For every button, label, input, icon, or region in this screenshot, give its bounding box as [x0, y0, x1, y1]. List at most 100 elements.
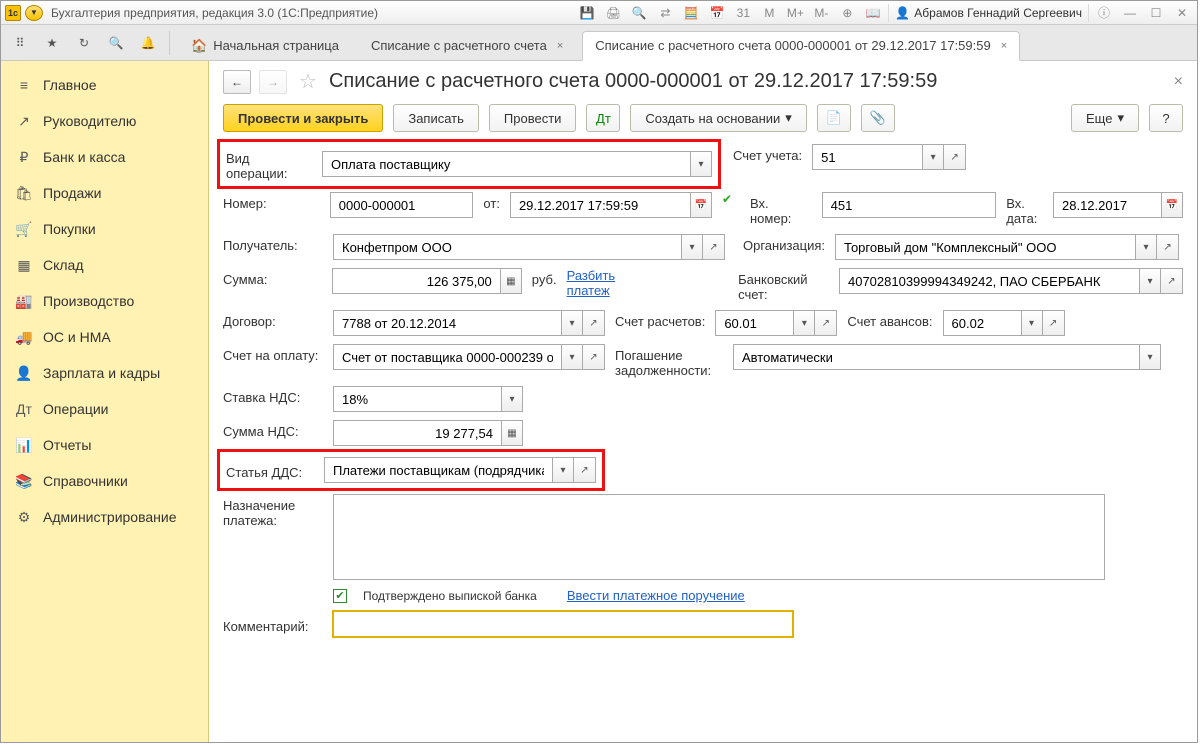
maximize-button[interactable]: ☐ [1145, 4, 1167, 22]
open-icon[interactable]: ↗ [574, 457, 596, 483]
date-field[interactable]: 📅 [510, 192, 712, 218]
chevron-down-icon[interactable]: ▾ [793, 310, 815, 336]
open-icon[interactable]: ↗ [583, 344, 605, 370]
compare-icon[interactable]: ⇄ [654, 4, 676, 22]
history-icon[interactable]: ↻ [71, 30, 97, 56]
notifications-icon[interactable]: 🔔 [135, 30, 161, 56]
post-and-close-button[interactable]: Провести и закрыть [223, 104, 383, 132]
mminus-icon[interactable]: M- [810, 4, 832, 22]
open-icon[interactable]: ↗ [1157, 234, 1179, 260]
recipient-field[interactable]: ▾ ↗ [333, 234, 725, 260]
sidebar-item-8[interactable]: 👤Зарплата и кадры [1, 355, 208, 391]
sidebar-item-6[interactable]: 🏭Производство [1, 283, 208, 319]
back-button[interactable]: ← [223, 70, 251, 94]
sidebar-item-7[interactable]: 🚚ОС и НМА [1, 319, 208, 355]
sidebar-item-9[interactable]: ДтОперации [1, 391, 208, 427]
sidebar-item-0[interactable]: ≡Главное [1, 67, 208, 103]
open-icon[interactable]: ↗ [583, 310, 605, 336]
open-icon[interactable]: ↗ [1161, 268, 1183, 294]
organization-field[interactable]: ▾ ↗ [835, 234, 1179, 260]
incoming-date-field[interactable]: 📅 [1053, 192, 1183, 218]
close-icon[interactable]: × [557, 40, 563, 52]
calendar-icon[interactable]: 📅 [1161, 192, 1183, 218]
chevron-down-icon[interactable]: ▾ [681, 234, 703, 260]
book-icon[interactable]: 📖 [862, 4, 884, 22]
invoice-field[interactable]: ▾ ↗ [333, 344, 605, 370]
dtkt-button[interactable]: Дт [586, 104, 620, 132]
chevron-down-icon[interactable]: ▾ [1135, 234, 1157, 260]
close-page-button[interactable]: × [1174, 73, 1183, 91]
calculator-icon[interactable]: ▦ [500, 268, 522, 294]
create-based-button[interactable]: Создать на основании ▾ [630, 104, 806, 132]
vatsum-field[interactable]: ▦ [333, 420, 523, 446]
print-icon[interactable]: 🖨 [602, 4, 624, 22]
sidebar-item-10[interactable]: 📊Отчеты [1, 427, 208, 463]
date-icon[interactable]: 31 [732, 4, 754, 22]
purpose-textarea[interactable] [333, 494, 1105, 580]
sidebar-item-1[interactable]: ↗Руководителю [1, 103, 208, 139]
calculator-icon[interactable]: ▦ [501, 420, 523, 446]
sidebar-item-2[interactable]: ₽Банк и касса [1, 139, 208, 175]
forward-button[interactable]: → [259, 70, 287, 94]
calc-account-field[interactable]: ▾ ↗ [715, 310, 837, 336]
info-icon[interactable]: ⓘ [1093, 4, 1115, 22]
split-payment-link[interactable]: Разбить платеж [567, 268, 661, 298]
sidebar-item-3[interactable]: 🛍Продажи [1, 175, 208, 211]
favorite-star-icon[interactable]: ☆ [299, 69, 317, 94]
apps-icon[interactable]: ⠿ [7, 30, 33, 56]
m-icon[interactable]: M [758, 4, 780, 22]
comment-field[interactable] [333, 611, 793, 637]
search-icon[interactable]: 🔍 [103, 30, 129, 56]
bank-account-field[interactable]: ▾ ↗ [839, 268, 1183, 294]
save-icon[interactable]: 💾 [576, 4, 598, 22]
sidebar-item-4[interactable]: 🛒Покупки [1, 211, 208, 247]
sidebar-item-11[interactable]: 📚Справочники [1, 463, 208, 499]
tab-withdrawal-list[interactable]: Списание с расчетного счета× [358, 31, 576, 61]
sidebar-item-5[interactable]: ▦Склад [1, 247, 208, 283]
save-button[interactable]: Записать [393, 104, 479, 132]
close-window-button[interactable]: ✕ [1171, 4, 1193, 22]
confirmed-checkbox[interactable]: ✔ [333, 589, 347, 603]
chevron-down-icon[interactable]: ▾ [1139, 268, 1161, 294]
preview-icon[interactable]: 🔍 [628, 4, 650, 22]
report-button[interactable]: 📄 [817, 104, 851, 132]
tab-withdrawal-doc[interactable]: Списание с расчетного счета 0000-000001 … [582, 31, 1020, 61]
more-button[interactable]: Еще ▾ [1071, 104, 1139, 132]
mplus-icon[interactable]: M+ [784, 4, 806, 22]
vat-field[interactable]: ▾ [333, 386, 523, 412]
number-field[interactable] [330, 192, 474, 218]
app-menu-dropdown[interactable]: ▼ [25, 5, 43, 21]
debt-field[interactable]: ▾ [733, 344, 1161, 370]
close-icon[interactable]: × [1001, 40, 1007, 52]
calendar-icon[interactable]: 📅 [706, 4, 728, 22]
chevron-down-icon[interactable]: ▾ [501, 386, 523, 412]
sidebar-item-12[interactable]: ⚙Администрирование [1, 499, 208, 535]
chevron-down-icon[interactable]: ▾ [561, 310, 583, 336]
open-icon[interactable]: ↗ [815, 310, 837, 336]
chevron-down-icon[interactable]: ▾ [690, 151, 712, 177]
calc-icon[interactable]: 🧮 [680, 4, 702, 22]
help-button[interactable]: ? [1149, 104, 1183, 132]
current-user[interactable]: 👤 Абрамов Геннадий Сергеевич [888, 4, 1089, 22]
favorite-icon[interactable]: ★ [39, 30, 65, 56]
tab-home[interactable]: 🏠 Начальная страница [178, 31, 352, 61]
dds-field[interactable]: ▾ ↗ [324, 457, 596, 483]
sum-field[interactable]: ▦ [332, 268, 522, 294]
chevron-down-icon[interactable]: ▾ [561, 344, 583, 370]
open-icon[interactable]: ↗ [703, 234, 725, 260]
incoming-number-field[interactable] [822, 192, 997, 218]
minimize-button[interactable]: — [1119, 4, 1141, 22]
chevron-down-icon[interactable]: ▾ [1139, 344, 1161, 370]
chevron-down-icon[interactable]: ▾ [552, 457, 574, 483]
open-icon[interactable]: ↗ [944, 144, 966, 170]
account-select[interactable]: ▾ ↗ [812, 144, 966, 170]
attach-button[interactable]: 📎 [861, 104, 895, 132]
open-icon[interactable]: ↗ [1043, 310, 1065, 336]
calendar-icon[interactable]: 📅 [690, 192, 712, 218]
chevron-down-icon[interactable]: ▾ [1021, 310, 1043, 336]
chevron-down-icon[interactable]: ▾ [922, 144, 944, 170]
advance-account-field[interactable]: ▾ ↗ [943, 310, 1065, 336]
zoom-icon[interactable]: ⊕ [836, 4, 858, 22]
contract-field[interactable]: ▾ ↗ [333, 310, 605, 336]
operation-type-select[interactable]: ▾ [322, 151, 712, 177]
